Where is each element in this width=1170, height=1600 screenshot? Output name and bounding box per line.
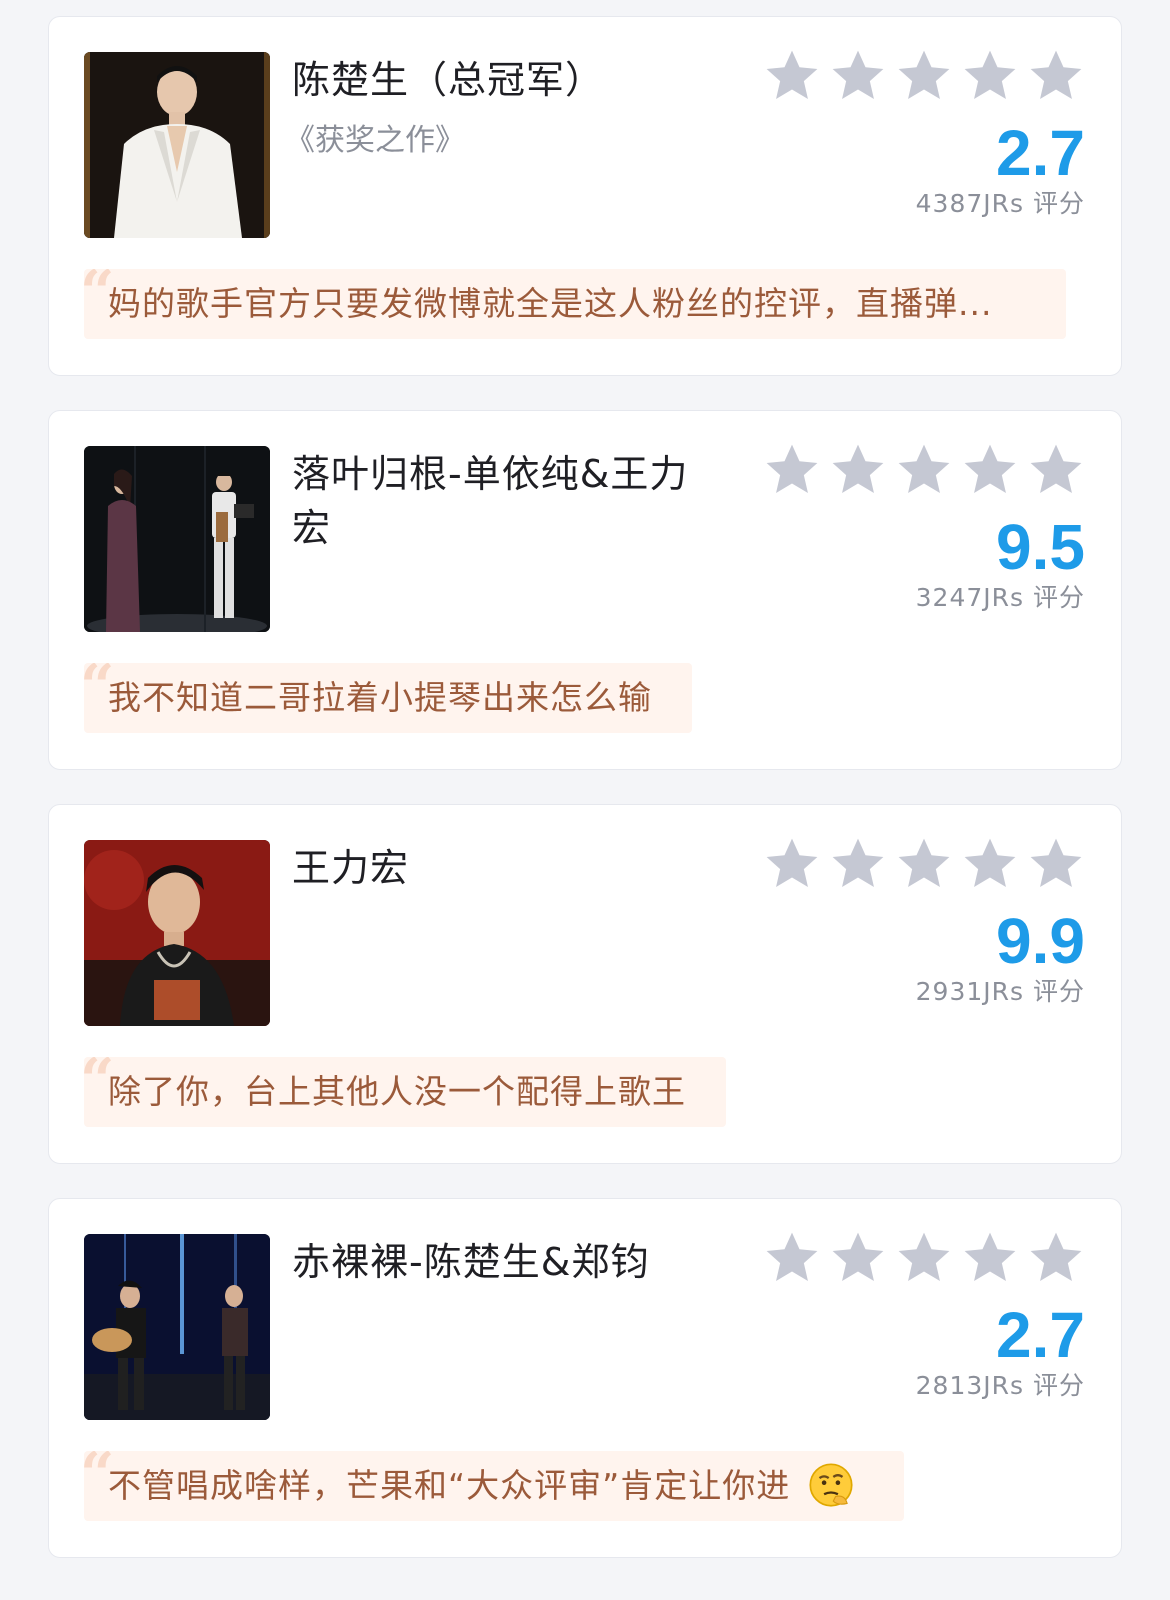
- score-value: 2.7: [996, 1299, 1085, 1371]
- star-rating[interactable]: [763, 441, 1085, 499]
- score-value: 9.5: [996, 511, 1085, 583]
- comment-text: 妈的歌手官方只要发微博就全是这人粉丝的控评，直播弹...: [108, 284, 993, 323]
- star-icon[interactable]: [829, 47, 887, 105]
- rating-card[interactable]: 落叶归根-单依纯&王力宏 9.5 3247JRs 评分 “ 我不知道二哥拉着小提…: [48, 410, 1122, 770]
- star-rating[interactable]: [763, 47, 1085, 105]
- star-icon[interactable]: [829, 441, 887, 499]
- song-title: 陈楚生（总冠军）: [292, 58, 605, 102]
- comment-text: 我不知道二哥拉着小提琴出来怎么输: [108, 678, 652, 717]
- star-icon[interactable]: [895, 1229, 953, 1287]
- star-icon[interactable]: [961, 47, 1019, 105]
- song-subtitle: 《获奖之作》: [285, 123, 465, 158]
- song-title: 赤裸裸-陈楚生&郑钧: [292, 1240, 650, 1284]
- thumbnail-image[interactable]: [84, 840, 270, 1026]
- top-comment[interactable]: “ 妈的歌手官方只要发微博就全是这人粉丝的控评，直播弹...: [84, 269, 1066, 339]
- star-rating[interactable]: [763, 1229, 1085, 1287]
- star-icon[interactable]: [961, 441, 1019, 499]
- score-value: 9.9: [996, 905, 1085, 977]
- star-icon[interactable]: [829, 835, 887, 893]
- star-icon[interactable]: [763, 47, 821, 105]
- star-rating[interactable]: [763, 835, 1085, 893]
- star-icon[interactable]: [763, 1229, 821, 1287]
- song-title: 落叶归根-单依纯&王力宏: [292, 452, 689, 550]
- singer-red-backdrop-photo: [84, 840, 270, 1026]
- top-comment[interactable]: “ 我不知道二哥拉着小提琴出来怎么输: [84, 663, 692, 733]
- comment-text: 除了你，台上其他人没一个配得上歌王: [108, 1072, 686, 1111]
- rating-count: 3247JRs 评分: [915, 583, 1085, 612]
- star-icon[interactable]: [961, 835, 1019, 893]
- top-comment[interactable]: “ 不管唱成啥样，芒果和“大众评审”肯定让你进: [84, 1451, 904, 1521]
- star-icon[interactable]: [829, 1229, 887, 1287]
- thumbnail-image[interactable]: [84, 446, 270, 632]
- guitar-duo-stage-photo: [84, 1234, 270, 1420]
- score-value: 2.7: [996, 117, 1085, 189]
- duet-stage-photo: [84, 446, 270, 632]
- rating-card[interactable]: 陈楚生（总冠军） 《获奖之作》 2.7 4387JRs 评分 “ 妈的歌手官方只…: [48, 16, 1122, 376]
- rating-count: 2813JRs 评分: [915, 1371, 1085, 1400]
- star-icon[interactable]: [1027, 835, 1085, 893]
- star-icon[interactable]: [895, 47, 953, 105]
- song-title: 王力宏: [292, 846, 410, 890]
- star-icon[interactable]: [895, 835, 953, 893]
- thumbnail-image[interactable]: [84, 1234, 270, 1420]
- star-icon[interactable]: [1027, 441, 1085, 499]
- comment-text: 不管唱成啥样，芒果和“大众评审”肯定让你进: [108, 1466, 791, 1505]
- rating-card[interactable]: 王力宏 9.9 2931JRs 评分 “ 除了你，台上其他人没一个配得上歌王: [48, 804, 1122, 1164]
- thumbnail-image[interactable]: [84, 52, 270, 238]
- star-icon[interactable]: [763, 835, 821, 893]
- rating-count: 4387JRs 评分: [915, 189, 1085, 218]
- top-comment[interactable]: “ 除了你，台上其他人没一个配得上歌王: [84, 1057, 726, 1127]
- rating-card[interactable]: 赤裸裸-陈楚生&郑钧 2.7 2813JRs 评分 “ 不管唱成啥样，芒果和“大…: [48, 1198, 1122, 1558]
- star-icon[interactable]: [1027, 47, 1085, 105]
- star-icon[interactable]: [1027, 1229, 1085, 1287]
- singer-white-suit-photo: [84, 52, 270, 238]
- thinking-face-emoji: [809, 1462, 853, 1507]
- star-icon[interactable]: [895, 441, 953, 499]
- rating-count: 2931JRs 评分: [915, 977, 1085, 1006]
- star-icon[interactable]: [961, 1229, 1019, 1287]
- rating-list: 陈楚生（总冠军） 《获奖之作》 2.7 4387JRs 评分 “ 妈的歌手官方只…: [0, 0, 1170, 1600]
- star-icon[interactable]: [763, 441, 821, 499]
